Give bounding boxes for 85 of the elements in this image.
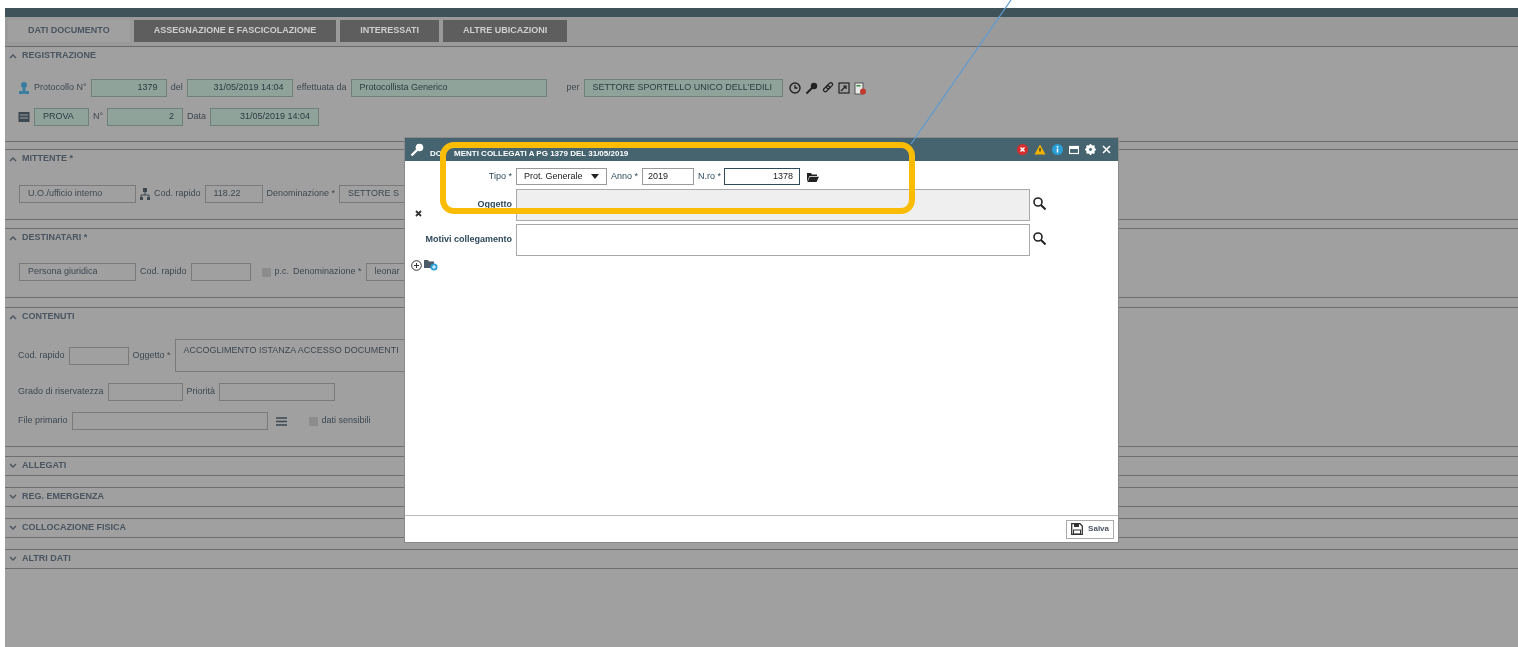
- field-label: Tipo *: [488, 169, 512, 183]
- field-label: Priorità: [186, 385, 216, 399]
- field-label: dati sensibili: [321, 414, 371, 428]
- caret-down-icon[interactable]: [591, 174, 599, 179]
- section-title: COLLOCAZIONE FISICA: [22, 521, 126, 535]
- input-field[interactable]: [68, 346, 129, 365]
- field-label: Protocollo N°: [34, 81, 87, 95]
- readonly-field: PROVA: [34, 108, 89, 126]
- input-field[interactable]: 2019: [642, 168, 695, 185]
- document-delete-icon[interactable]: [853, 81, 866, 95]
- input-field[interactable]: 1378: [724, 168, 801, 185]
- section-title: REGISTRAZIONE: [22, 49, 96, 63]
- search-icon[interactable]: [1033, 196, 1046, 210]
- readonly-field: SETTORE SPORTELLO UNICO DELL'EDILI: [583, 79, 783, 97]
- chevron-up-icon[interactable]: [9, 235, 17, 241]
- input-field[interactable]: U.O./ufficio interno: [19, 185, 136, 203]
- dialog-title: MENTI COLLEGATI A PG 1379 DEL 31/05/2019: [454, 148, 629, 160]
- field-label: Motivi collegamento: [425, 233, 512, 247]
- section-title: DESTINATARI *: [22, 231, 88, 245]
- field-label: Anno *: [611, 169, 639, 183]
- field-label: Cod. rapido: [18, 348, 65, 362]
- select-field[interactable]: Prot. Generale: [516, 168, 607, 185]
- settings-icon[interactable]: [1085, 144, 1096, 155]
- field-label: N.ro *: [698, 169, 722, 183]
- tab[interactable]: ALTRE UBICAZIONI: [443, 20, 568, 42]
- search-icon[interactable]: [1033, 231, 1046, 245]
- field-label: Grado di riservatezza: [18, 385, 104, 399]
- clock-icon[interactable]: [788, 82, 801, 94]
- field-label: per: [566, 81, 580, 95]
- warning-icon[interactable]: [1034, 144, 1046, 155]
- section-title: ALLEGATI: [22, 459, 67, 473]
- menu-icon[interactable]: [275, 416, 287, 426]
- input-field[interactable]: [219, 383, 336, 401]
- tab[interactable]: INTERESSATI: [340, 20, 440, 42]
- minimize-icon[interactable]: [1069, 144, 1079, 155]
- chevron-down-icon[interactable]: [9, 463, 17, 469]
- save-button[interactable]: Salva: [1066, 519, 1114, 539]
- input-field[interactable]: Persona giuridica: [19, 263, 136, 281]
- error-icon[interactable]: [1017, 144, 1028, 155]
- textarea-field[interactable]: [516, 224, 1030, 256]
- section-title: CONTENUTI: [22, 310, 75, 324]
- field-label: Cod. rapido: [140, 265, 187, 279]
- folder-icon[interactable]: [807, 171, 820, 182]
- field-label: N°: [93, 110, 104, 124]
- field-label: del: [170, 81, 183, 95]
- select-value: Prot. Generale: [524, 169, 583, 183]
- chevron-down-icon[interactable]: [9, 494, 17, 500]
- close-icon[interactable]: [1102, 145, 1111, 154]
- readonly-field: 1379: [90, 79, 167, 97]
- input-field[interactable]: [107, 383, 183, 401]
- key-icon[interactable]: [804, 81, 818, 95]
- inbox-icon[interactable]: [18, 111, 30, 123]
- hierarchy-icon[interactable]: [140, 188, 150, 200]
- field-label: Denominazione *: [293, 265, 362, 279]
- section-title: REG. EMERGENZA: [22, 490, 104, 504]
- chevron-up-icon[interactable]: [9, 156, 17, 162]
- field-label: p.c.: [274, 265, 290, 279]
- input-field[interactable]: 118.22: [204, 185, 263, 203]
- add-circle-icon[interactable]: [411, 259, 422, 271]
- field-label: Cod. rapido: [154, 187, 201, 201]
- section-title: MITTENTE *: [22, 152, 73, 166]
- link-icon[interactable]: [821, 82, 834, 94]
- readonly-field: 2: [107, 108, 184, 126]
- chevron-up-icon[interactable]: [9, 53, 17, 59]
- chevron-down-icon[interactable]: [9, 525, 17, 531]
- field-label: File primario: [18, 414, 68, 428]
- readonly-field: Protocollista Generico: [350, 79, 547, 97]
- input-field[interactable]: [71, 412, 268, 430]
- folder-add-icon[interactable]: [424, 259, 438, 271]
- field-label: Oggetto *: [132, 348, 171, 362]
- section-title: ALTRI DATI: [22, 552, 71, 566]
- info-icon[interactable]: [1052, 144, 1063, 155]
- remove-icon[interactable]: [415, 209, 422, 217]
- field-label: Denominazione *: [266, 187, 336, 201]
- field-label: Data: [187, 110, 207, 124]
- input-field[interactable]: [190, 263, 251, 281]
- readonly-field: 31/05/2019 14:04: [186, 79, 293, 97]
- field-label: effettuata da: [296, 81, 347, 95]
- chevron-down-icon[interactable]: [9, 556, 17, 562]
- tab[interactable]: DATI DOCUMENTO: [8, 20, 130, 42]
- tab[interactable]: ASSEGNAZIONE E FASCICOLAZIONE: [133, 20, 337, 42]
- chevron-up-icon[interactable]: [9, 314, 17, 320]
- key-icon[interactable]: [410, 142, 424, 157]
- readonly-field: 31/05/2019 14:04: [210, 108, 320, 126]
- export-icon[interactable]: [837, 82, 850, 94]
